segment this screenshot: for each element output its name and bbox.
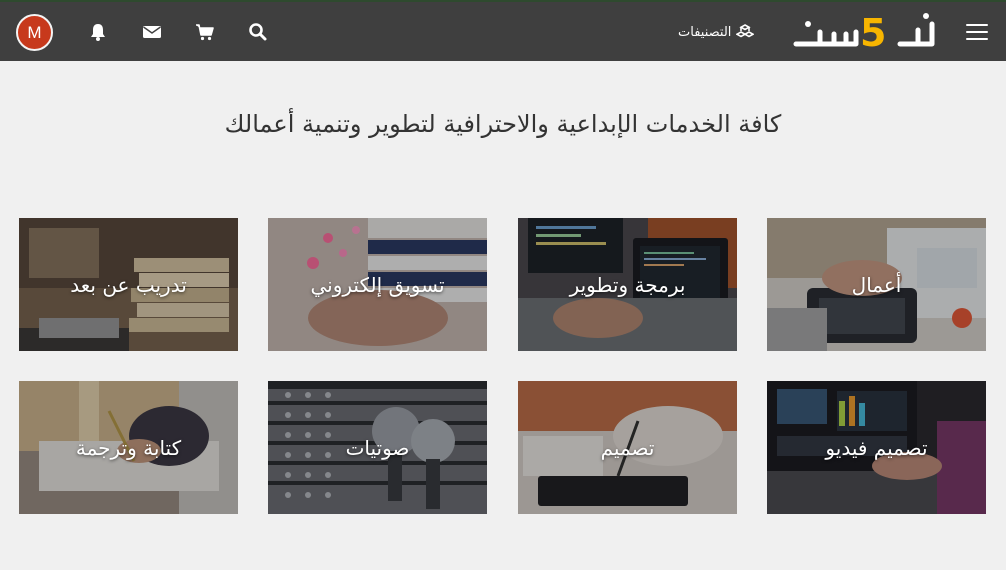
mail-icon[interactable] xyxy=(142,22,162,42)
category-card-marketing[interactable]: تسويق إلكتروني xyxy=(268,218,487,351)
top-navbar: 5 التصنيفات M xyxy=(0,0,1006,61)
cart-icon[interactable] xyxy=(195,22,215,42)
category-card-design[interactable]: تصميم xyxy=(518,381,737,514)
category-card-programming[interactable]: برمجة وتطوير xyxy=(518,218,737,351)
category-label: برمجة وتطوير xyxy=(569,272,686,297)
category-card-writing[interactable]: كتابة وترجمة xyxy=(19,381,238,514)
category-card-training[interactable]: تدريب عن بعد xyxy=(19,218,238,351)
svg-text:5: 5 xyxy=(860,11,886,52)
categories-icon xyxy=(736,24,755,38)
menu-icon[interactable] xyxy=(966,24,988,40)
category-label: تسويق إلكتروني xyxy=(310,272,445,297)
category-label: صوتيات xyxy=(345,435,410,460)
category-label: تدريب عن بعد xyxy=(70,272,187,297)
search-icon[interactable] xyxy=(248,22,268,42)
categories-menu[interactable]: التصنيفات xyxy=(678,22,755,42)
brand-logo[interactable]: 5 xyxy=(790,10,940,52)
category-card-video-design[interactable]: تصميم فيديو xyxy=(767,381,986,514)
category-card-audio[interactable]: صوتيات xyxy=(268,381,487,514)
user-avatar[interactable]: M xyxy=(16,14,53,51)
category-label: تصميم xyxy=(600,435,655,460)
category-card-business[interactable]: أعمال xyxy=(767,218,986,351)
page-title: كافة الخدمات الإبداعية والاحترافية لتطوي… xyxy=(224,110,782,138)
category-label: كتابة وترجمة xyxy=(75,435,182,460)
categories-label: التصنيفات xyxy=(678,24,732,40)
bell-icon[interactable] xyxy=(88,22,108,42)
category-label: أعمال xyxy=(851,272,902,297)
category-label: تصميم فيديو xyxy=(825,435,928,460)
